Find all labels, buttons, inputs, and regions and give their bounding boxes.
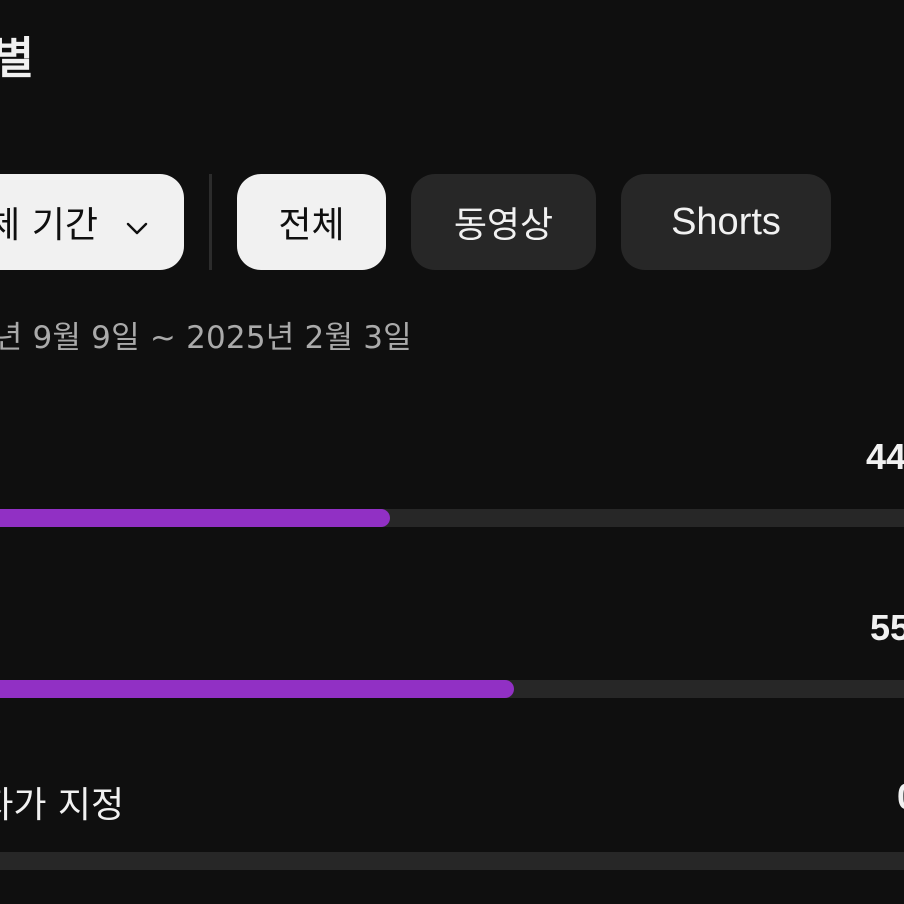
chip-shorts[interactable]: Shorts [621,174,831,270]
progress-track [0,680,904,698]
chip-video[interactable]: 동영상 [411,174,596,270]
chevron-down-icon [124,209,150,235]
progress-fill [0,509,390,527]
row-value: 55 [870,607,904,648]
period-dropdown-label: 전체 기간 [0,205,98,246]
progress-fill [0,680,514,698]
period-dropdown[interactable]: 전체 기간 [0,174,184,270]
row-label: 사용자가 지정 [0,785,125,826]
progress-track [0,509,904,527]
chip-all[interactable]: 전체 [237,174,386,270]
row-value: 44 [866,436,904,477]
chip-divider [209,174,212,270]
gender-section: 성별 전체 기간 전체 동영상 Shorts 2024년 9월 9일 ~ 202… [0,0,904,904]
date-range: 2024년 9월 9일 ~ 2025년 2월 3일 [0,320,412,356]
section-title: 성별 [0,33,34,84]
row-value: 0 [897,776,904,818]
progress-track [0,852,904,870]
